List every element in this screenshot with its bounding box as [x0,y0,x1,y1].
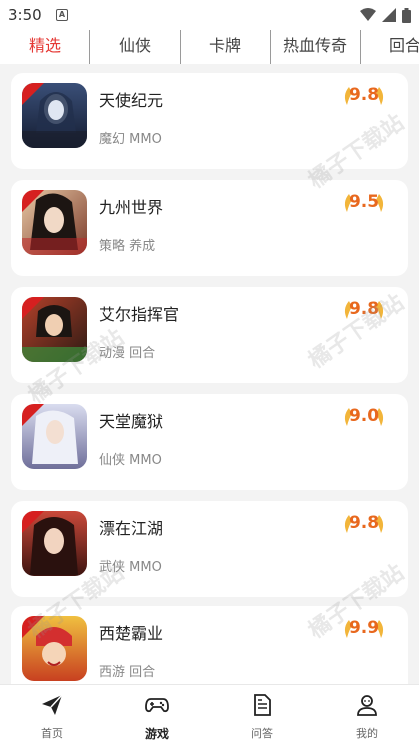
tab-kapai[interactable]: 卡牌 [180,30,270,64]
category-tabs: 精选 仙侠 卡牌 热血传奇 回合 [0,30,419,64]
discount-badge [22,83,44,105]
nav-home[interactable]: 首页 [0,685,104,746]
game-card[interactable]: 西楚霸业 西游 回合 9.9 [11,606,408,684]
game-tags: 策略 养成 [99,239,156,254]
tab-rexue-chuanqi[interactable]: 热血传奇 [270,30,360,64]
notification-icon: A [56,9,68,21]
game-name: 九州世界 [99,198,164,217]
paper-plane-icon [42,694,63,715]
score-badge: 9.8 [340,511,388,537]
nav-games-label: 游戏 [144,727,169,741]
game-name: 天使纪元 [99,91,164,110]
tab-jingxuan[interactable]: 精选 [0,30,90,64]
game-tags: 武侠 MMO [99,560,162,575]
discount-badge [22,297,44,319]
game-tags: 仙侠 MMO [99,453,162,468]
game-name: 西楚霸业 [99,624,164,643]
score-badge: 9.0 [340,404,388,430]
user-icon [357,695,377,716]
game-icon [22,616,87,681]
game-card[interactable]: 九州世界 策略 养成 9.5 [11,180,408,276]
game-icon [22,190,87,255]
bottom-nav: 首页 游戏 问答 我的 [0,684,419,746]
game-card[interactable]: 天堂魔狱 仙侠 MMO 9.0 [11,394,408,490]
game-list: 天使纪元 魔幻 MMO 9.8 九州世界 策略 养成 9.5 艾尔指挥官 动漫 … [0,64,419,684]
game-card[interactable]: 天使纪元 魔幻 MMO 9.8 [11,73,408,169]
game-tags: 西游 回合 [99,665,156,680]
status-time: 3:50 [8,6,42,24]
gamepad-icon [145,698,169,713]
game-tags: 动漫 回合 [99,346,156,361]
battery-icon [402,7,411,23]
score-badge: 9.5 [340,190,388,216]
nav-qa-label: 问答 [251,727,273,740]
game-icon [22,511,87,576]
score-value: 9.8 [348,85,380,105]
game-card[interactable]: 艾尔指挥官 动漫 回合 9.8 [11,287,408,383]
game-icon [22,404,87,469]
score-badge: 9.9 [340,616,388,642]
document-icon [254,694,271,716]
score-badge: 9.8 [340,297,388,323]
signal-icon [382,8,396,22]
nav-me[interactable]: 我的 [315,685,419,746]
status-bar: 3:50 A [0,0,419,30]
score-badge: 9.8 [340,83,388,109]
game-icon [22,297,87,362]
discount-badge [22,404,44,426]
score-value: 9.8 [348,513,380,533]
game-name: 天堂魔狱 [99,412,164,431]
nav-games[interactable]: 游戏 [105,685,209,746]
tab-huihe[interactable]: 回合 [360,30,419,64]
game-card[interactable]: 漂在江湖 武侠 MMO 9.8 [11,501,408,597]
score-value: 9.0 [348,406,380,426]
wifi-icon [360,8,376,21]
score-value: 9.5 [348,192,380,212]
tab-xianxia[interactable]: 仙侠 [90,30,180,64]
nav-home-label: 首页 [41,727,63,740]
score-value: 9.8 [348,299,380,319]
discount-badge [22,511,44,533]
nav-qa[interactable]: 问答 [210,685,314,746]
discount-badge [22,190,44,212]
discount-badge [22,616,44,638]
score-value: 9.9 [348,618,380,638]
game-tags: 魔幻 MMO [99,132,162,147]
game-icon [22,83,87,148]
game-name: 漂在江湖 [99,519,164,538]
game-name: 艾尔指挥官 [99,305,180,324]
nav-me-label: 我的 [356,727,378,740]
